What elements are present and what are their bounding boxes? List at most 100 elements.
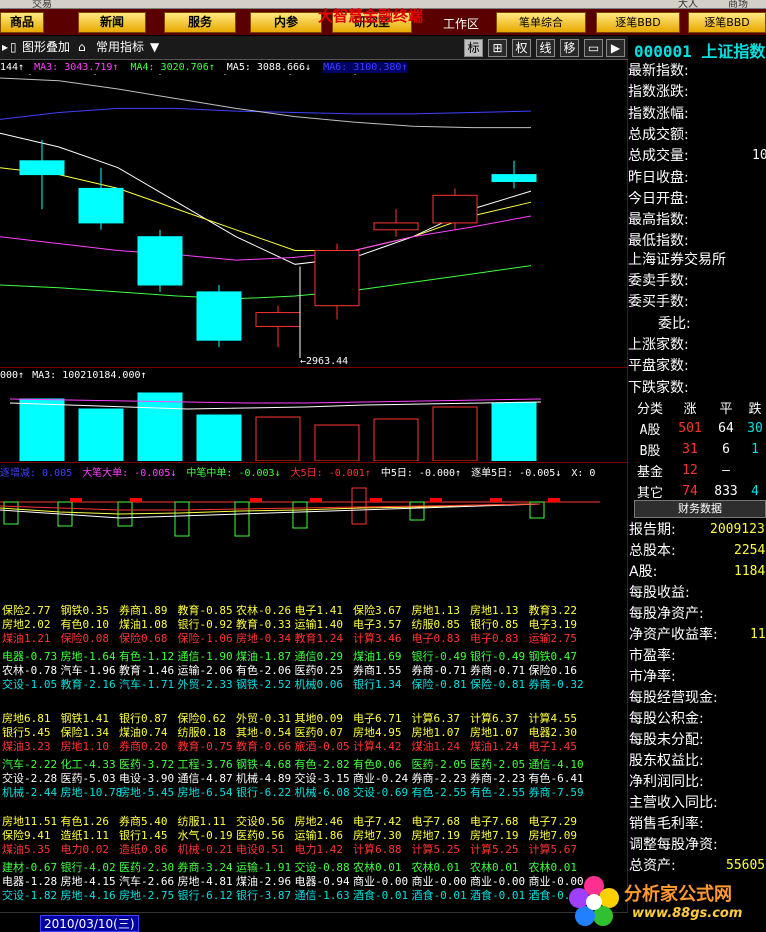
bbd-chart[interactable] bbox=[0, 480, 627, 542]
finance-label: 股东权益比: bbox=[629, 753, 704, 769]
sector-cell: 交设-3.15 bbox=[294, 772, 350, 785]
finance-label: 总股本: bbox=[629, 543, 676, 559]
sector-cell: 房地-4.16 bbox=[60, 889, 116, 902]
bbd-marker bbox=[430, 498, 442, 502]
quote-label: 平盘家数: bbox=[628, 358, 689, 375]
tick-bbd-button-2[interactable]: 逐笔BBD bbox=[688, 12, 766, 33]
sector-cell: 电器-0.94 bbox=[294, 875, 350, 888]
sector-cell: 医药-2.30 bbox=[119, 861, 175, 874]
menu-item-service[interactable]: 服务 bbox=[164, 12, 236, 33]
sector-cell: 煤油0.74 bbox=[119, 726, 168, 739]
bbd-t0: 逐增减: 0.005 bbox=[0, 468, 73, 479]
sector-cell: 券商-2.23 bbox=[470, 772, 526, 785]
breadth-down bbox=[744, 460, 766, 481]
overlay-icon[interactable]: ▯ bbox=[10, 39, 17, 55]
finance-label: 报告期: bbox=[629, 522, 676, 538]
toolbar-arrow-icon[interactable]: ▸ bbox=[2, 39, 8, 55]
menu-item-commodity[interactable]: 商品 bbox=[0, 12, 44, 33]
sector-cell: 医药0.25 bbox=[294, 664, 344, 677]
title-right-a: 大人 bbox=[678, 0, 698, 9]
sector-cell: 券商-3.24 bbox=[177, 861, 233, 874]
sector-cell: 房地1.07 bbox=[470, 726, 519, 739]
bbd-bar bbox=[351, 487, 367, 525]
menu-item-insider[interactable]: 内参 bbox=[250, 12, 322, 33]
sector-cell: 计算5.25 bbox=[411, 843, 461, 856]
sector-cell: 造纸1.11 bbox=[60, 829, 110, 842]
sector-cell: 煤油1.69 bbox=[353, 650, 402, 663]
quote-label: 下跌家数: bbox=[628, 379, 689, 396]
sector-cell: 煤油-2.96 bbox=[236, 875, 292, 888]
sector-cell: 机械-4.89 bbox=[236, 772, 292, 785]
breadth-header-category: 分类 bbox=[636, 402, 663, 417]
breadth-row: B股 31 6 1 bbox=[628, 439, 766, 460]
indicator-icon[interactable]: ⌂ bbox=[78, 39, 86, 55]
candle-body bbox=[255, 312, 301, 327]
volume-bar bbox=[78, 408, 124, 461]
volume-chart[interactable] bbox=[0, 383, 627, 461]
menu-item-news[interactable]: 新闻 bbox=[78, 12, 146, 33]
sector-cell: 商业-0.00 bbox=[353, 875, 409, 888]
play-icon[interactable]: ▶ bbox=[606, 39, 625, 57]
sector-cell: 券商1.89 bbox=[119, 604, 168, 617]
grid-icon[interactable]: ⊞ bbox=[488, 39, 507, 57]
tab-move[interactable]: 移 bbox=[560, 39, 579, 57]
tab-line[interactable]: 线 bbox=[536, 39, 555, 57]
window-icon[interactable]: ▭ bbox=[584, 39, 603, 57]
sector-cell: 房地4.95 bbox=[353, 726, 402, 739]
sector-cell: 电子7.68 bbox=[470, 815, 519, 828]
sector-cell: 计算5.25 bbox=[470, 843, 519, 856]
ma-line bbox=[0, 107, 532, 120]
sector-cell: 银行-0.49 bbox=[470, 650, 526, 663]
tab-rights[interactable]: 权 bbox=[512, 39, 531, 57]
candle-body bbox=[78, 187, 124, 224]
sector-board: 房地6.81 钢铁1.41 银行0.87 保险0.62 外贸-0.31 其地0.09 电子6… bbox=[2, 712, 602, 802]
breadth-down: 1 bbox=[751, 442, 759, 457]
bbd-t3: 大5日: -0.001↑ bbox=[290, 468, 371, 479]
sector-cell: 电子7.42 bbox=[353, 815, 402, 828]
volume-bar bbox=[137, 392, 183, 461]
sector-cell: 计算4.55 bbox=[528, 712, 578, 725]
sector-cell: 通信-1.63 bbox=[294, 889, 350, 902]
sector-cell: 有色0.06 bbox=[353, 758, 402, 771]
sector-cell: 教育-1.46 bbox=[119, 664, 175, 677]
sector-cell: 银行-0.92 bbox=[177, 618, 233, 631]
breadth-header-flat: 平 bbox=[719, 402, 733, 417]
quote-label: 上涨家数: bbox=[628, 336, 689, 353]
sector-cell: 运输2.75 bbox=[528, 632, 578, 645]
kline-chart[interactable] bbox=[0, 74, 627, 370]
sector-cell: 房地-2.75 bbox=[119, 889, 175, 902]
candle-body bbox=[196, 291, 242, 341]
sector-cell: 煤油1.08 bbox=[119, 618, 168, 631]
sector-cell: 计算4.42 bbox=[353, 740, 402, 753]
volume-value: 000↑ bbox=[0, 370, 25, 381]
sector-cell: 房地-5.45 bbox=[119, 786, 175, 799]
trade-summary-button[interactable]: 笔单综合 bbox=[496, 12, 586, 33]
sector-cell: 券商-0.71 bbox=[411, 664, 467, 677]
date-tab[interactable]: 2010/03/10(三) bbox=[40, 915, 139, 932]
sector-cell: 医药0.07 bbox=[294, 726, 344, 739]
overlay-button[interactable]: 图形叠加 bbox=[22, 39, 70, 55]
finance-value: 1184 bbox=[734, 564, 766, 579]
finance-data-tab[interactable]: 财务数据 bbox=[634, 500, 766, 518]
sector-cell: 教育1.24 bbox=[294, 632, 344, 645]
breadth-up: 74 bbox=[682, 484, 698, 499]
app-name: 大智慧金融终端 bbox=[318, 7, 424, 25]
breadth-name: 其它 bbox=[636, 486, 663, 501]
breadth-name: B股 bbox=[639, 444, 661, 459]
sector-cell: 房地-4.81 bbox=[177, 875, 233, 888]
indicator-button[interactable]: 常用指标 bbox=[96, 39, 144, 55]
ma3-value: MA3: 3043.719↑ bbox=[34, 62, 119, 73]
sector-cell: 房地1.13 bbox=[411, 604, 461, 617]
sector-cell: 券商-7.59 bbox=[528, 786, 584, 799]
bbd-marker bbox=[370, 498, 382, 502]
finance-label: 销售毛利率: bbox=[629, 816, 704, 832]
sector-cell: 券商0.20 bbox=[119, 740, 168, 753]
work-area-label[interactable]: 工作区 bbox=[443, 15, 479, 32]
sector-cell: 医药-5.03 bbox=[60, 772, 116, 785]
tab-marker[interactable]: 标 bbox=[464, 39, 483, 57]
sector-cell: 煤油1.21 bbox=[2, 632, 51, 645]
title-left-text: 交易 bbox=[32, 0, 52, 9]
sector-cell: 机械-0.21 bbox=[177, 843, 233, 856]
tick-bbd-button-1[interactable]: 逐笔BBD bbox=[596, 12, 680, 33]
chevron-down-icon[interactable]: ▼ bbox=[150, 39, 159, 55]
